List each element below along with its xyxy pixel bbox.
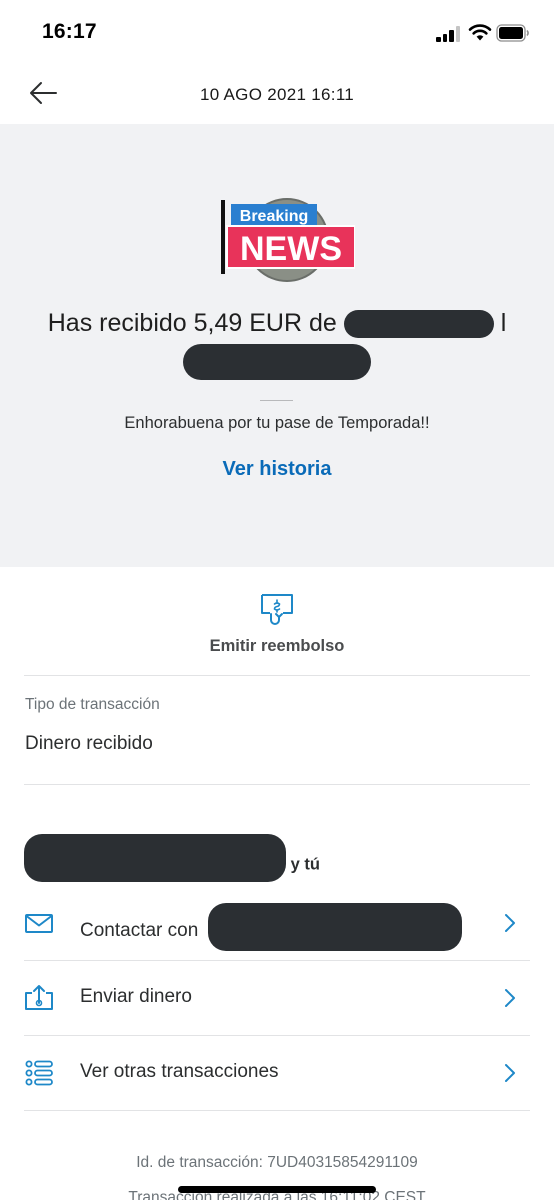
send-money-label: Enviar dinero [80, 986, 192, 1007]
chevron-right-icon [505, 989, 515, 1007]
refund-icon [261, 594, 293, 625]
divider [24, 784, 530, 785]
contact-sender-text: Contactar con [80, 920, 199, 942]
redacted-sender-name [24, 834, 286, 882]
top-nav: 10 AGO 2021 16:11 [0, 66, 554, 124]
section-title-suffix: y tú [290, 855, 320, 874]
payment-note: Enhorabuena por tu pase de Temporada!! [124, 414, 430, 432]
chevron-right-icon [505, 1064, 515, 1082]
home-indicator [178, 1186, 376, 1193]
battery-icon [496, 24, 529, 42]
envelope-icon [25, 914, 53, 933]
redacted-fragment: l [500, 309, 507, 337]
section-title: y tú [24, 834, 320, 882]
send-money-row[interactable]: Enviar dinero [24, 961, 530, 1035]
sender-avatar: Breaking NEWS [221, 198, 355, 282]
status-time: 16:17 [42, 20, 97, 43]
list-icon [25, 1060, 53, 1086]
transaction-type-label: Tipo de transacción [25, 696, 160, 713]
redacted-sender-email [183, 344, 371, 381]
contact-sender-label: Contactar con [80, 903, 462, 951]
cellular-signal-icon [436, 26, 462, 42]
divider [260, 400, 293, 401]
transaction-id: Id. de transacción: 7UD40315854291109 [136, 1154, 418, 1171]
received-headline-text: Has recibido 5,49 EUR de [47, 309, 337, 337]
divider [24, 1110, 530, 1111]
avatar-text-bottom: NEWS [240, 230, 342, 268]
issue-refund-button[interactable]: Emitir reembolso [0, 588, 554, 664]
issue-refund-label: Emitir reembolso [209, 637, 345, 655]
redacted-sender-name [343, 310, 494, 339]
other-transactions-label: Ver otras transacciones [80, 1061, 279, 1082]
contact-sender-row[interactable]: Contactar con [24, 886, 530, 960]
view-story-link[interactable]: Ver historia [0, 458, 554, 481]
wifi-icon [468, 24, 492, 41]
redacted-contact-name [207, 903, 462, 951]
avatar-text-top: Breaking [240, 208, 308, 225]
status-bar: 16:17 [0, 0, 554, 66]
chevron-right-icon [505, 914, 515, 932]
transaction-summary: Breaking NEWS Has recibido 5,49 EUR de l… [0, 124, 554, 567]
other-transactions-row[interactable]: Ver otras transacciones [24, 1036, 530, 1110]
transaction-date: 10 AGO 2021 16:11 [199, 85, 355, 104]
divider [24, 675, 530, 676]
transaction-type-value: Dinero recibido [25, 733, 153, 754]
send-money-icon [25, 985, 53, 1010]
received-headline: Has recibido 5,49 EUR de l [0, 304, 554, 381]
